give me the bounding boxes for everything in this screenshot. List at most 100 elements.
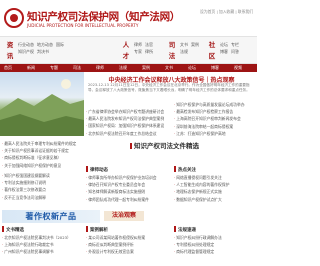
list-item[interactable]: 商标近似判断典型案例评析	[86, 241, 170, 248]
hot-news-title-text: 热点关注	[178, 168, 196, 173]
list-item[interactable]: 知名律师解读新版商标法实施细则	[86, 188, 170, 195]
list-item[interactable]: 江苏：打造知识产权保护高地	[174, 130, 255, 137]
bottom-col1-title: 文书精选	[2, 226, 24, 233]
nav-link[interactable]: 问答	[231, 48, 239, 55]
channel-link[interactable]: 新闻	[27, 65, 35, 71]
channel-link[interactable]: 视频	[234, 65, 242, 71]
nav-link[interactable]: 专家	[134, 48, 142, 55]
list-item[interactable]: 人工智能生成内容的著作权保护	[174, 181, 255, 188]
promo-banner: 著作权新产品 法治观察	[0, 208, 257, 224]
landscape-image	[0, 79, 84, 136]
list-item[interactable]: 外观设计专利权无效宣告案	[86, 248, 170, 255]
nav-link[interactable]: 论坛	[220, 41, 228, 48]
list-item[interactable]: 广东省律师协会举办知识产权专题讲座研讨会	[86, 108, 170, 115]
hot-news-list: 网络直播侵权问题引发关注 人工智能生成内容的著作权保护 地理标志保护新规正式实施…	[174, 174, 255, 203]
section-title-text: 知识产权司法文件精选	[134, 142, 199, 150]
channel-link[interactable]: 法规	[119, 65, 127, 71]
channel-link[interactable]: 专题	[50, 65, 58, 71]
list-item[interactable]: 上海高院召开知识产权审判新闻发布会	[174, 115, 255, 122]
bottom-col3-title-text: 法规速递	[178, 228, 196, 233]
nav-link[interactable]: 文书	[180, 41, 188, 48]
nav-cat-judicial[interactable]: 司法	[166, 40, 178, 62]
list-item[interactable]: 关于加强网络知识产权保护的意见	[2, 162, 84, 169]
channel-link[interactable]: 律师	[96, 65, 104, 71]
nav-links-news: 行业动态 地方动态 国际 知识产权 判决书	[18, 41, 110, 55]
channel-link[interactable]: 司法	[73, 65, 81, 71]
list-item[interactable]: 国家知识产权局：加强知识产权保护体系建设	[86, 122, 170, 129]
channel-link[interactable]: 首页	[4, 65, 12, 71]
list-item[interactable]: 著作权法第三次修改要点	[2, 186, 84, 193]
bottom-col2-list: 某公司诉某网站著作权侵权纠纷案 商标近似判断典型案例评析 外观设计专利权无效宣告…	[86, 234, 170, 256]
list-item[interactable]: 北京知识产权法院民事判决书（2023）	[2, 234, 84, 241]
list-item[interactable]: 最高检发布知识产权检察工作报告	[174, 108, 255, 115]
law-news-list: 律师事务所举办知识产权保护业务培训会 律协召开知识产权专业委员会年会 知名律师解…	[86, 174, 170, 203]
list-item[interactable]: 数据知识产权保护试点扩大	[174, 196, 255, 203]
headline-photo[interactable]	[0, 72, 84, 136]
headline-summary: 2023-12-13 12月11日至12日，中央经济工作会议在北京举行。作为全国…	[88, 83, 250, 92]
list-item[interactable]: 律协召开知识产权专业委员会年会	[86, 181, 170, 188]
top-news-right-list: 知识产权保护与高质量发展论坛成功举办 最高检发布知识产权检察工作报告 上海高院召…	[174, 101, 255, 137]
list-item[interactable]: 知识产权纠纷行政调解办法	[174, 234, 255, 241]
nav-link[interactable]: 地方动态	[37, 41, 53, 48]
promo-banner-secondary[interactable]: 法治观察	[104, 211, 144, 221]
list-item[interactable]: 专利法实施细则修订说明	[2, 179, 84, 186]
title-marker	[174, 166, 176, 172]
nav-link[interactable]: 案例	[191, 41, 199, 48]
list-item[interactable]: 专利侵权纠纷处理规定	[174, 241, 255, 248]
right-news-list: 知识产权强国建设纲要解读 专利法实施细则修订说明 著作权法第三次修改要点 反不正…	[2, 172, 84, 201]
nav-cat-talent[interactable]: 人才	[120, 40, 132, 62]
hot-news-title: 热点关注	[174, 166, 196, 173]
nav-link[interactable]: 国际	[56, 41, 64, 48]
nav-link[interactable]: 律所	[145, 48, 153, 55]
site-subtitle: JUDICIAL PROTECTION FOR INTELLECTUAL PRO…	[27, 23, 139, 28]
nav-link[interactable]: 知识产权	[18, 48, 34, 55]
bottom-col3-list: 知识产权纠纷行政调解办法 专利侵权纠纷处理规定 商标代理监督管理规定	[174, 234, 255, 256]
nav-link[interactable]: 法规	[180, 48, 188, 55]
title-marker	[86, 166, 88, 172]
site-header: 知识产权司法保护网（知产法网） JUDICIAL PROTECTION FOR …	[0, 0, 257, 36]
title-marker	[174, 226, 176, 232]
nav-link[interactable]: 博客	[220, 48, 228, 55]
list-item[interactable]: 关于知识产权民事诉讼证据的若干规定	[2, 147, 84, 154]
site-title[interactable]: 知识产权司法保护网（知产法网）	[27, 9, 180, 24]
channel-link[interactable]: 案例	[142, 65, 150, 71]
nav-links-talent: 律师 法官 专家 律所	[134, 41, 164, 55]
list-item[interactable]: 最高人民法院发布知识产权司法保护典型案例	[86, 115, 170, 122]
list-item[interactable]: 某公司诉某网站著作权侵权纠纷案	[86, 234, 170, 241]
main-nav: 资讯 行业动态 地方动态 国际 知识产权 判决书 人才 律师 法官 专家 律所 司法 文书…	[0, 36, 257, 64]
list-item[interactable]: 广州知识产权法院民事调解书	[2, 248, 84, 255]
list-item[interactable]: 北京知识产权法院召开年度工作总结会议	[86, 130, 170, 137]
list-item[interactable]: 律师团队成功代理一起专利纠纷案件	[86, 196, 170, 203]
list-item[interactable]: 知识产权保护与高质量发展论坛成功举办	[174, 101, 255, 108]
channel-link[interactable]: 文书	[165, 65, 173, 71]
nav-link[interactable]: 法官	[145, 41, 153, 48]
top-news-list: 广东省律师协会举办知识产权专题讲座研讨会 最高人民法院发布知识产权司法保护典型案…	[86, 108, 170, 137]
nav-link[interactable]: 律师	[134, 41, 142, 48]
list-item[interactable]: 深圳前海法院审结一起商标侵权案	[174, 123, 255, 130]
left-news-list: 最高人民法院关于审理专利纠纷案件的规定 关于知识产权民事诉讼证据的若干规定 商标…	[2, 140, 84, 169]
nav-link[interactable]: 专栏	[231, 41, 239, 48]
promo-banner-main[interactable]: 著作权新产品	[2, 210, 100, 223]
list-item[interactable]: 知识产权强国建设纲要解读	[2, 172, 84, 179]
list-item[interactable]: 商标代理监督管理规定	[174, 248, 255, 255]
law-news-title: 律师动态	[86, 166, 108, 173]
header-links[interactable]: 设为首页 | 加入收藏 | 联系我们	[200, 9, 253, 15]
law-news-title-text: 律师动态	[90, 168, 108, 173]
channel-link[interactable]: 博客	[211, 65, 219, 71]
nav-link[interactable]: 判决书	[37, 48, 49, 55]
list-item[interactable]: 商标侵权判断标准（征求意见稿）	[2, 154, 84, 161]
list-item[interactable]: 地理标志保护新规正式实施	[174, 188, 255, 195]
nav-cat-news[interactable]: 资讯	[4, 40, 16, 62]
list-item[interactable]: 上海知识产权法院行政裁定书	[2, 241, 84, 248]
bottom-col2-title: 案例解析	[86, 226, 108, 233]
nav-cat-community[interactable]: 社区	[206, 40, 218, 62]
logo-icon[interactable]	[4, 8, 24, 28]
bottom-col3-title: 法规速递	[174, 226, 196, 233]
list-item[interactable]: 最高人民法院关于审理专利纠纷案件的规定	[2, 140, 84, 147]
title-marker	[130, 143, 132, 149]
nav-link[interactable]: 行业动态	[18, 41, 34, 48]
list-item[interactable]: 律师事务所举办知识产权保护业务培训会	[86, 174, 170, 181]
list-item[interactable]: 反不正当竞争法司法解释	[2, 194, 84, 201]
list-item[interactable]: 网络直播侵权问题引发关注	[174, 174, 255, 181]
channel-link[interactable]: 论坛	[188, 65, 196, 71]
